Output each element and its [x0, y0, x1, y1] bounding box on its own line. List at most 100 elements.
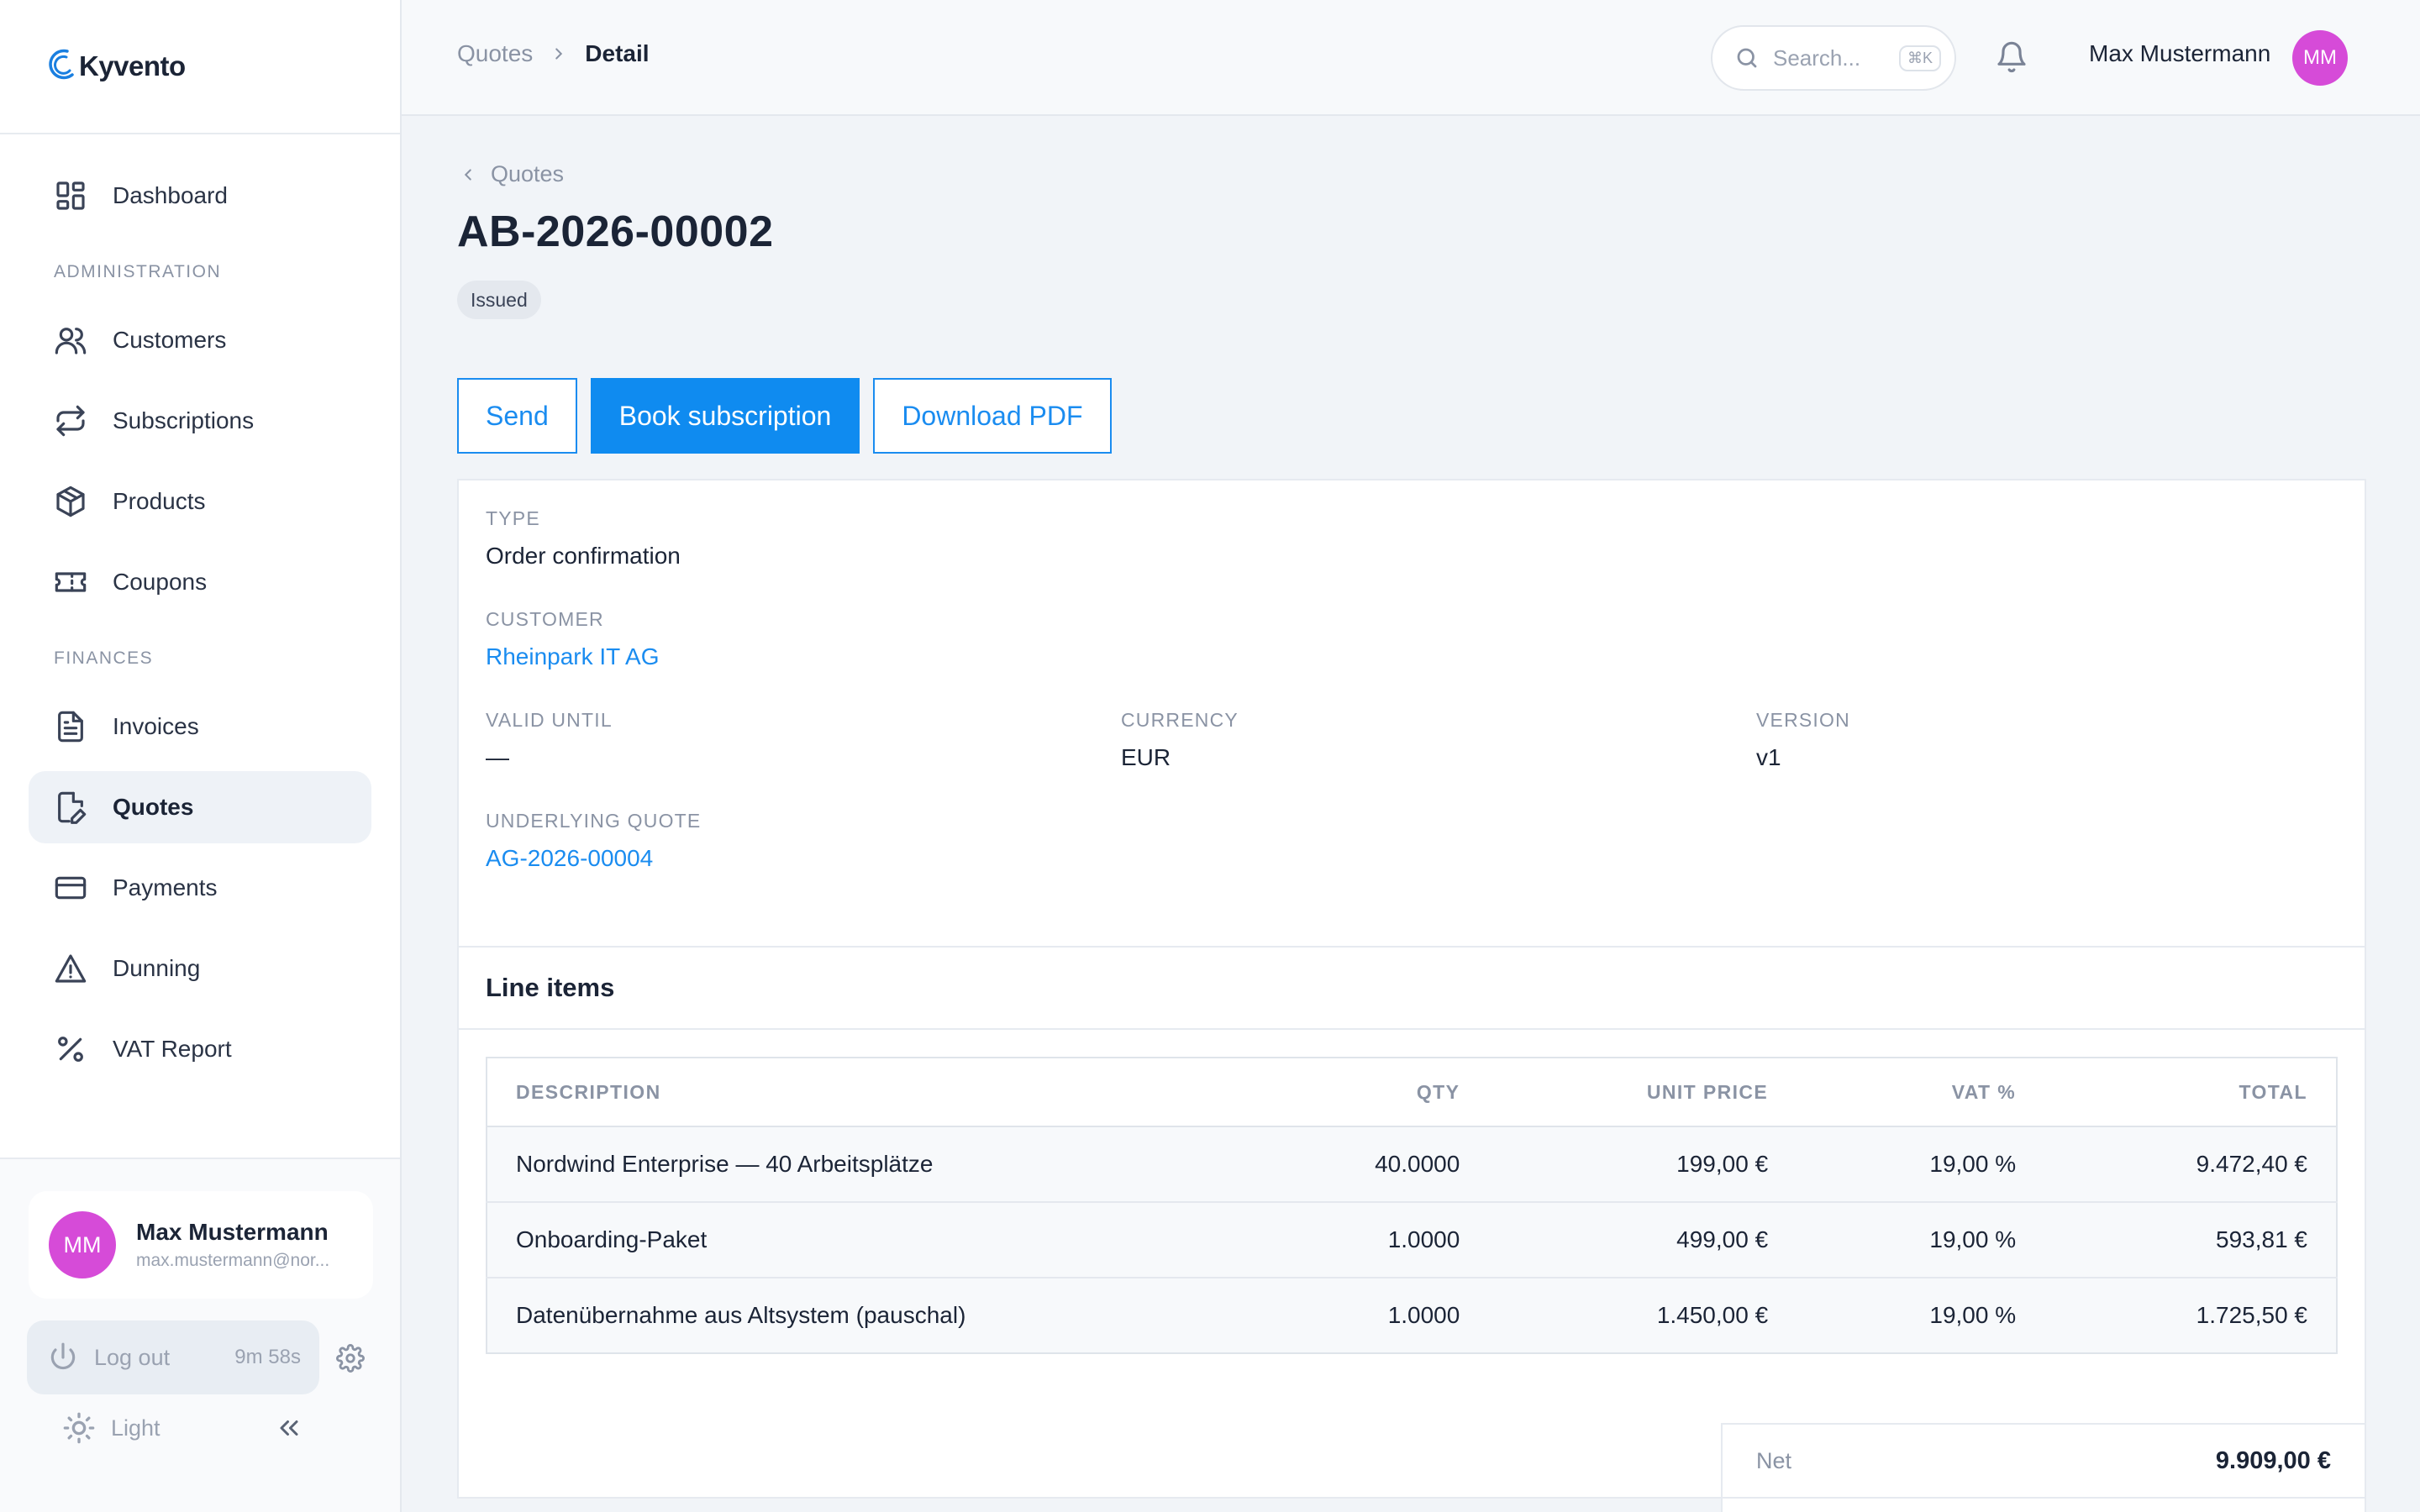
percent-icon [58, 1037, 83, 1062]
nav-coupons[interactable]: Coupons [29, 546, 371, 618]
logout-label: Log out [94, 1344, 171, 1370]
table-row: Datenübernahme aus Altsystem (pauschal) … [487, 1278, 2337, 1353]
send-button[interactable]: Send [457, 378, 577, 454]
net-label: Net [1756, 1447, 1792, 1473]
sidebar: Kyvento Dashboard ADMINISTRATION Custome… [0, 0, 402, 1512]
repeat-icon [56, 405, 85, 437]
book-subscription-button[interactable]: Book subscription [590, 378, 860, 454]
currency-value: EUR [1121, 744, 1171, 770]
column-header-qty: QTY [1243, 1058, 1489, 1127]
customer-label: CUSTOMER [486, 608, 604, 630]
nav-vat-report-label: VAT Report [113, 1036, 232, 1062]
nav-coupons-label: Coupons [113, 569, 208, 595]
customer-link[interactable]: Rheinpark IT AG [486, 643, 659, 670]
column-header-description: DESCRIPTION [487, 1058, 1243, 1127]
alert-triangle-icon [55, 954, 87, 983]
nav-subscriptions-label: Subscriptions [113, 407, 255, 433]
cell-total: 9.472,40 € [2044, 1126, 2337, 1203]
line-items-title: Line items [459, 948, 2365, 1030]
theme-label: Light [111, 1415, 160, 1441]
cell-unit-price: 499,00 € [1488, 1202, 1797, 1278]
cell-qty: 1.0000 [1243, 1202, 1489, 1278]
nav-invoices[interactable]: Invoices [29, 690, 371, 763]
version-label: VERSION [1756, 709, 1850, 731]
logout-button[interactable]: Log out 9m 58s [27, 1320, 319, 1394]
cell-vat: 19,00 % [1797, 1126, 2045, 1203]
back-link[interactable]: Quotes [459, 161, 564, 187]
cell-unit-price: 199,00 € [1488, 1126, 1797, 1203]
nav-dashboard[interactable]: Dashboard [29, 160, 371, 232]
package-icon [56, 486, 85, 517]
nav-products[interactable]: Products [29, 465, 371, 538]
table-row: Nordwind Enterprise — 40 Arbeitsplätze 4… [487, 1126, 2337, 1203]
nav-payments[interactable]: Payments [29, 852, 371, 924]
currency-label: CURRENCY [1121, 709, 1239, 731]
nav-subscriptions[interactable]: Subscriptions [29, 385, 371, 457]
nav-section-finances: FINANCES [54, 648, 154, 668]
cell-description: Onboarding-Paket [487, 1202, 1243, 1278]
gear-icon[interactable] [336, 1344, 365, 1373]
avatar: MM [49, 1211, 116, 1278]
bell-icon[interactable] [1995, 40, 2028, 74]
type-label: TYPE [486, 507, 540, 529]
column-header-unit-price: UNIT PRICE [1488, 1058, 1797, 1127]
underlying-quote-label: UNDERLYING QUOTE [486, 810, 702, 832]
nav-dunning[interactable]: Dunning [29, 932, 371, 1005]
brand-name: Kyvento [79, 50, 186, 81]
totals-net-row: Net 9.909,00 € [1723, 1425, 2365, 1499]
version-value: v1 [1756, 744, 1781, 770]
column-header-vat: VAT % [1797, 1058, 2045, 1127]
column-header-total: TOTAL [2044, 1058, 2337, 1127]
cell-vat: 19,00 % [1797, 1202, 2045, 1278]
credit-card-icon [55, 876, 87, 900]
profile-card[interactable]: MM Max Mustermann max.mustermann@nor... [29, 1191, 373, 1299]
sun-icon [63, 1412, 95, 1444]
breadcrumb-quotes[interactable]: Quotes [457, 40, 533, 67]
sidebar-footer: MM Max Mustermann max.mustermann@nor... … [0, 1158, 400, 1512]
line-items-table: DESCRIPTION QTY UNIT PRICE VAT % TOTAL N… [486, 1057, 2338, 1354]
nav-invoices-label: Invoices [113, 713, 199, 739]
search-shortcut: ⌘K [1899, 45, 1942, 71]
ticket-icon [55, 572, 87, 592]
power-icon [50, 1342, 76, 1370]
download-pdf-button[interactable]: Download PDF [873, 378, 1112, 454]
table-header-row: DESCRIPTION QTY UNIT PRICE VAT % TOTAL [487, 1058, 2337, 1127]
file-edit-icon [58, 791, 87, 824]
underlying-quote-link[interactable]: AG-2026-00004 [486, 845, 653, 872]
collapse-sidebar-icon[interactable] [274, 1413, 304, 1443]
search-input[interactable] [1773, 45, 1899, 71]
net-value: 9.909,00 € [2215, 1446, 2331, 1474]
nav-dunning-label: Dunning [113, 955, 201, 981]
back-link-label: Quotes [491, 161, 565, 186]
cell-qty: 40.0000 [1243, 1126, 1489, 1203]
profile-name: Max Mustermann [136, 1219, 329, 1245]
cell-description: Datenübernahme aus Altsystem (pauschal) [487, 1278, 1243, 1353]
session-timer: 9m 58s [234, 1346, 301, 1368]
cell-total: 1.725,50 € [2044, 1278, 2337, 1353]
nav-quotes[interactable]: Quotes [29, 771, 371, 843]
breadcrumb: Quotes Detail [457, 40, 650, 67]
nav-dashboard-label: Dashboard [113, 182, 228, 208]
chevron-right-icon [555, 48, 563, 60]
brand-logo[interactable]: Kyvento [0, 0, 400, 134]
table-row: Onboarding-Paket 1.0000 499,00 € 19,00 %… [487, 1202, 2337, 1278]
topbar: Quotes Detail ⌘K Max Mustermann MM [402, 0, 2420, 116]
topbar-avatar[interactable]: MM [2292, 30, 2348, 86]
action-bar: Send Book subscription Download PDF [457, 378, 1125, 454]
main-nav: Dashboard ADMINISTRATION Customers Subsc… [0, 134, 400, 1085]
theme-toggle[interactable]: Light [62, 1411, 160, 1445]
nav-customers[interactable]: Customers [29, 304, 371, 376]
nav-quotes-label: Quotes [113, 794, 194, 820]
search-box[interactable]: ⌘K [1711, 25, 1956, 91]
nav-vat-report[interactable]: VAT Report [29, 1013, 371, 1085]
topbar-user-name[interactable]: Max Mustermann [2089, 40, 2270, 67]
cell-vat: 19,00 % [1797, 1278, 2045, 1353]
dashboard-icon [56, 181, 85, 210]
valid-until-value: — [486, 744, 509, 770]
file-text-icon [58, 711, 83, 743]
nav-products-label: Products [113, 488, 206, 514]
cell-description: Nordwind Enterprise — 40 Arbeitsplätze [487, 1126, 1243, 1203]
profile-email: max.mustermann@nor... [136, 1251, 330, 1270]
cell-qty: 1.0000 [1243, 1278, 1489, 1353]
cell-unit-price: 1.450,00 € [1488, 1278, 1797, 1353]
